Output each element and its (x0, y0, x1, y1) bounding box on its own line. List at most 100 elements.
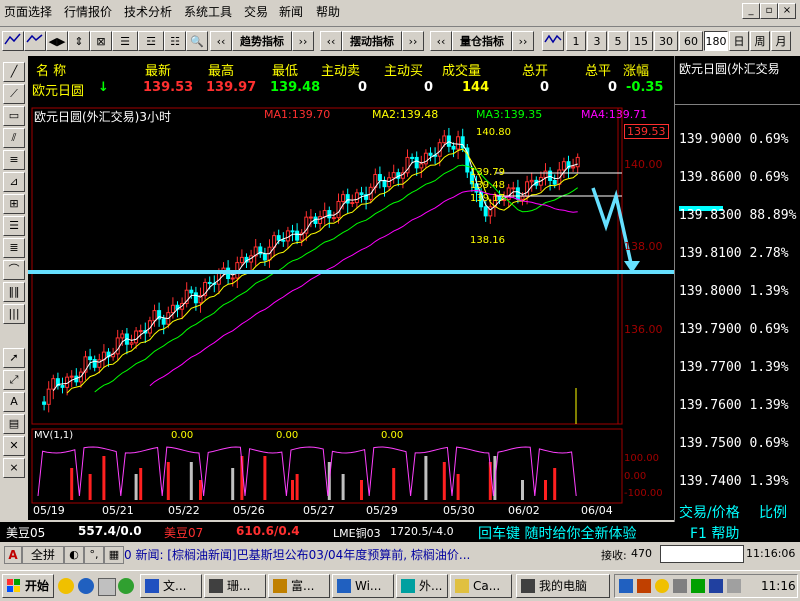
price-distribution-panel: 欧元日圆(外汇交易 139.9000 0.69% 139.8600 0.69% 13… (674, 56, 800, 522)
computer-icon (521, 579, 535, 593)
stack-icon[interactable]: ☲ (138, 31, 164, 51)
task-1[interactable]: 文... (140, 574, 202, 598)
overlay-icon[interactable]: ☰ (112, 31, 138, 51)
qq-icon[interactable] (58, 578, 74, 594)
delete-tool-icon[interactable]: ✕ (3, 436, 25, 456)
next-trend-button[interactable]: ›› (292, 31, 314, 51)
pointer-tool-icon[interactable]: ➚ (3, 348, 25, 368)
note-tool-icon[interactable]: ▤ (3, 414, 25, 434)
fibonacci-tool-icon[interactable]: ≡ (3, 150, 25, 170)
next-volume-button[interactable]: ›› (512, 31, 534, 51)
line-chart-icon[interactable] (24, 31, 46, 51)
cycle-tool-icon[interactable]: ⌒ (3, 260, 25, 280)
close-button[interactable]: × (778, 3, 796, 19)
header-total-open: 总开 (522, 64, 549, 79)
menu-page-select[interactable]: 页面选择 (4, 3, 52, 20)
delete-all-tool-icon[interactable]: ⨯ (3, 458, 25, 478)
channel-tool-icon[interactable]: ⫽ (3, 128, 25, 148)
period-5-button[interactable]: 5 (608, 31, 628, 51)
desktop-icon[interactable] (98, 578, 116, 596)
prev-trend-button[interactable]: ‹‹ (210, 31, 232, 51)
vertical-lines-icon[interactable]: ||| (3, 304, 25, 324)
ma3-label: MA3:139.35 (476, 108, 543, 121)
volume-indicator-button[interactable]: 量仓指标 (452, 31, 512, 51)
menu-trade[interactable]: 交易 (244, 3, 268, 20)
scroll-left-icon[interactable]: ◀▶ (46, 31, 68, 51)
mv-bars-group (37, 446, 577, 500)
ie-icon[interactable] (78, 578, 94, 594)
task-my-computer[interactable]: 我的电脑 (516, 574, 610, 598)
line-tool-icon[interactable]: ╱ (3, 62, 25, 82)
move-tool-icon[interactable]: ⤢ (3, 370, 25, 390)
zoom-in-icon[interactable]: ⊠ (90, 31, 112, 51)
menu-quotes[interactable]: 行情报价 (64, 3, 112, 20)
candle-body (451, 145, 456, 150)
period-15-button[interactable]: 15 (629, 31, 653, 51)
task-3[interactable]: 富... (268, 574, 330, 598)
swing-indicator-button[interactable]: 摆动指标 (342, 31, 402, 51)
full-pinyin-button[interactable]: 全拼 (22, 546, 64, 564)
candle-body (571, 166, 576, 169)
zoom-candle-icon[interactable]: ⇕ (68, 31, 90, 51)
task-4[interactable]: Wi... (332, 574, 394, 598)
period-day-button[interactable]: 日 (729, 31, 749, 51)
minimize-button[interactable]: _ (742, 3, 760, 19)
period-3-button[interactable]: 3 (587, 31, 607, 51)
help-hint[interactable]: F1 帮助 (690, 523, 739, 543)
mv-bar (70, 468, 74, 500)
price-chart[interactable]: 欧元日圆(外汇交易)3小时 MA1:139.70 MA2:139.48 MA3:… (28, 98, 678, 520)
app-icon (273, 579, 287, 593)
punct-icon[interactable]: °, (84, 546, 104, 564)
rect-tool-icon[interactable]: ▭ (3, 106, 25, 126)
menu-system[interactable]: 系统工具 (184, 3, 232, 20)
news-headline[interactable]: 0 新闻: [棕榈油新闻]巴基斯坦公布03/04年度预算前, 棕榈油价... (124, 546, 470, 563)
tray-speaker-icon (727, 579, 741, 593)
prev-swing-button[interactable]: ‹‹ (320, 31, 342, 51)
ticker-2-name[interactable]: 美豆07 (164, 524, 203, 541)
half-width-icon[interactable]: ◐ (64, 546, 84, 564)
period-week-button[interactable]: 周 (750, 31, 770, 51)
command-input[interactable] (660, 545, 744, 563)
next-swing-button[interactable]: ›› (402, 31, 424, 51)
magnify-icon[interactable]: 🔍 (186, 31, 208, 51)
task-5[interactable]: 外... (396, 574, 448, 598)
candle-body (345, 194, 350, 204)
period-month-button[interactable]: 月 (771, 31, 791, 51)
text-tool-icon[interactable]: A (3, 392, 25, 412)
price-row: 139.7500 0.69% (679, 436, 789, 451)
ray-tool-icon[interactable]: ⟋ (3, 84, 25, 104)
ticker-1-name[interactable]: 美豆05 (6, 524, 45, 541)
period-lines-icon[interactable]: ‖‖ (3, 282, 25, 302)
start-button[interactable]: 开始 (2, 574, 54, 598)
gann-tool-icon[interactable]: ⊞ (3, 194, 25, 214)
ime-icon[interactable]: A (4, 546, 22, 564)
candle-body (350, 202, 355, 205)
layout-icon[interactable]: ☷ (164, 31, 186, 51)
candle-body (456, 136, 461, 150)
percent-tool-icon[interactable]: ☰ (3, 216, 25, 236)
period-30-button[interactable]: 30 (654, 31, 678, 51)
keyboard-icon[interactable]: ▦ (104, 546, 124, 564)
news-time: 11:16:06 (746, 547, 796, 560)
prev-volume-button[interactable]: ‹‹ (430, 31, 452, 51)
ticker-3-name[interactable]: LME铜03 (333, 525, 381, 541)
task-2[interactable]: 珊... (204, 574, 266, 598)
period-1-button[interactable]: 1 (566, 31, 586, 51)
mv-bar (291, 480, 294, 500)
wave-icon[interactable] (542, 31, 564, 51)
media-icon[interactable] (118, 578, 134, 594)
period-180-button[interactable]: 180 (704, 31, 728, 51)
menu-technical[interactable]: 技术分析 (124, 3, 172, 20)
menu-help[interactable]: 帮助 (316, 3, 340, 20)
instrument-name[interactable]: 欧元日圆 (32, 80, 84, 99)
task-6[interactable]: Ca... (450, 574, 512, 598)
menu-news[interactable]: 新闻 (279, 3, 303, 20)
fan-tool-icon[interactable]: ⊿ (3, 172, 25, 192)
quote-bar: 名 称 最新 最高 最低 主动卖 主动买 成交量 总开 总平 涨幅 买价 买量 … (28, 56, 674, 99)
chart-type-icon[interactable] (2, 31, 24, 51)
candle-body (129, 342, 134, 345)
restore-button[interactable]: ▫ (760, 3, 778, 19)
trend-indicator-button[interactable]: 趋势指标 (232, 31, 292, 51)
parallel-tool-icon[interactable]: ≣ (3, 238, 25, 258)
period-60-button[interactable]: 60 (679, 31, 703, 51)
